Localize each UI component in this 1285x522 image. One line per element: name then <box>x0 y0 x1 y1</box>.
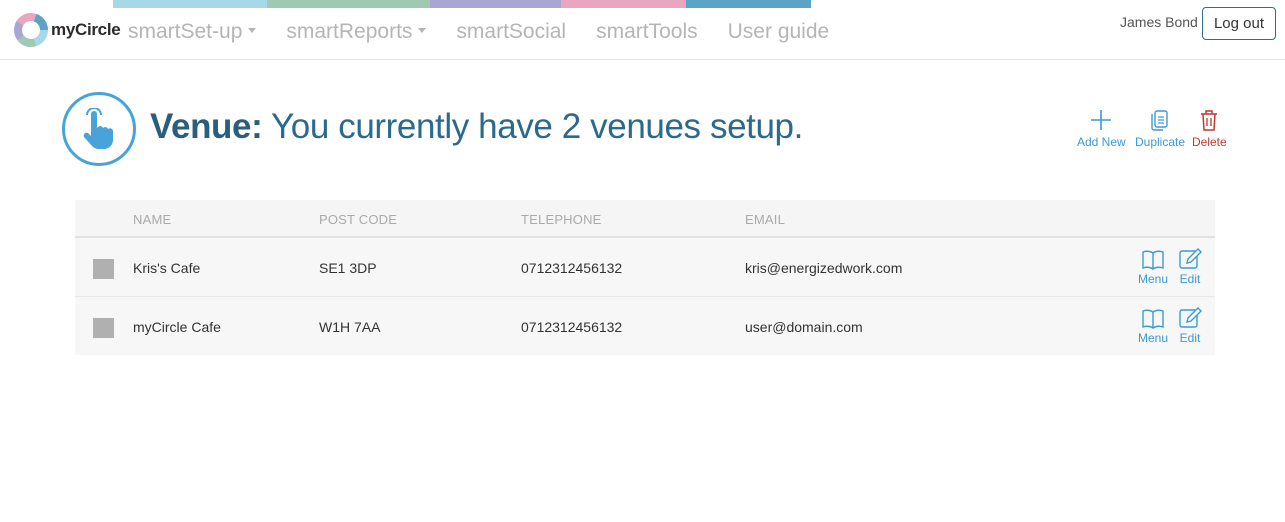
pencil-edit-icon <box>1179 307 1202 328</box>
venue-email-cell: user@domain.com <box>745 319 863 335</box>
nav-item-smartsocial[interactable]: smartSocial <box>441 20 581 44</box>
venue-name-cell: Kris's Cafe <box>133 260 201 276</box>
column-header-name[interactable]: NAME <box>133 212 171 227</box>
venue-hand-pointer-icon <box>62 92 136 166</box>
table-header: NAME POST CODE TELEPHONE EMAIL <box>75 200 1215 238</box>
add-new-button[interactable]: Add New <box>1077 108 1126 149</box>
brand-name: myCircle <box>51 20 121 39</box>
table-row: myCircle Cafe W1H 7AA 0712312456132 user… <box>75 297 1215 355</box>
brand-logo[interactable]: myCircle <box>13 12 121 48</box>
menu-label: Menu <box>1138 331 1169 345</box>
nav-item-label: smartTools <box>596 20 698 43</box>
nav-item-smartreports[interactable]: smartReports <box>271 20 441 44</box>
duplicate-label: Duplicate <box>1135 135 1186 149</box>
venues-table: NAME POST CODE TELEPHONE EMAIL Kris's Ca… <box>75 200 1215 355</box>
edit-label: Edit <box>1179 272 1201 286</box>
nav-item-smartsetup[interactable]: smartSet-up <box>113 20 271 44</box>
delete-label: Delete <box>1192 135 1227 149</box>
column-header-telephone[interactable]: TELEPHONE <box>521 212 602 227</box>
top-header: myCircle smartSet-up smartReports smartS… <box>0 0 1285 60</box>
nav-item-label: User guide <box>727 20 830 43</box>
book-icon <box>1142 309 1164 329</box>
caret-down-icon <box>418 28 427 34</box>
page-title-summary: You currently have 2 venues setup. <box>262 107 803 146</box>
page-title: Venue: You currently have 2 venues setup… <box>150 107 803 147</box>
page-title-strong: Venue: <box>150 107 263 146</box>
venue-telephone-cell: 0712312456132 <box>521 260 623 276</box>
caret-down-icon <box>248 28 257 34</box>
current-user-name: James Bond <box>1120 14 1198 30</box>
book-icon <box>1142 250 1164 270</box>
duplicate-icon <box>1151 110 1168 131</box>
column-header-email[interactable]: EMAIL <box>745 212 785 227</box>
nav-item-label: smartSocial <box>456 20 567 43</box>
nav-item-smarttools[interactable]: smartTools <box>581 20 713 44</box>
duplicate-button[interactable]: Duplicate <box>1135 108 1185 149</box>
venue-email-cell: kris@energizedwork.com <box>745 260 903 276</box>
delete-button[interactable]: Delete <box>1192 108 1227 149</box>
main-nav: smartSet-up smartReports smartSocial sma… <box>113 20 844 44</box>
nav-item-user-guide[interactable]: User guide <box>713 20 845 44</box>
pencil-edit-icon <box>1179 248 1202 269</box>
venue-postcode-cell: W1H 7AA <box>319 319 381 335</box>
row-select-checkbox[interactable] <box>93 318 114 338</box>
nav-item-label: smartReports <box>286 20 413 43</box>
edit-button[interactable]: Edit <box>1178 306 1202 345</box>
venue-name-cell: myCircle Cafe <box>133 319 221 335</box>
menu-button[interactable]: Menu <box>1138 306 1168 345</box>
table-row: Kris's Cafe SE1 3DP 0712312456132 kris@e… <box>75 238 1215 297</box>
plus-icon <box>1091 110 1112 130</box>
column-header-postcode[interactable]: POST CODE <box>319 212 397 227</box>
menu-button[interactable]: Menu <box>1138 247 1168 286</box>
edit-label: Edit <box>1179 331 1201 345</box>
mycircle-logo-icon <box>14 13 48 47</box>
row-select-checkbox[interactable] <box>93 259 114 279</box>
edit-button[interactable]: Edit <box>1178 247 1202 286</box>
venue-telephone-cell: 0712312456132 <box>521 319 623 335</box>
menu-label: Menu <box>1138 272 1169 286</box>
nav-item-label: smartSet-up <box>128 20 243 43</box>
trash-icon <box>1201 110 1218 131</box>
add-new-label: Add New <box>1077 135 1126 149</box>
venue-postcode-cell: SE1 3DP <box>319 260 377 276</box>
logout-button[interactable]: Log out <box>1202 7 1276 40</box>
